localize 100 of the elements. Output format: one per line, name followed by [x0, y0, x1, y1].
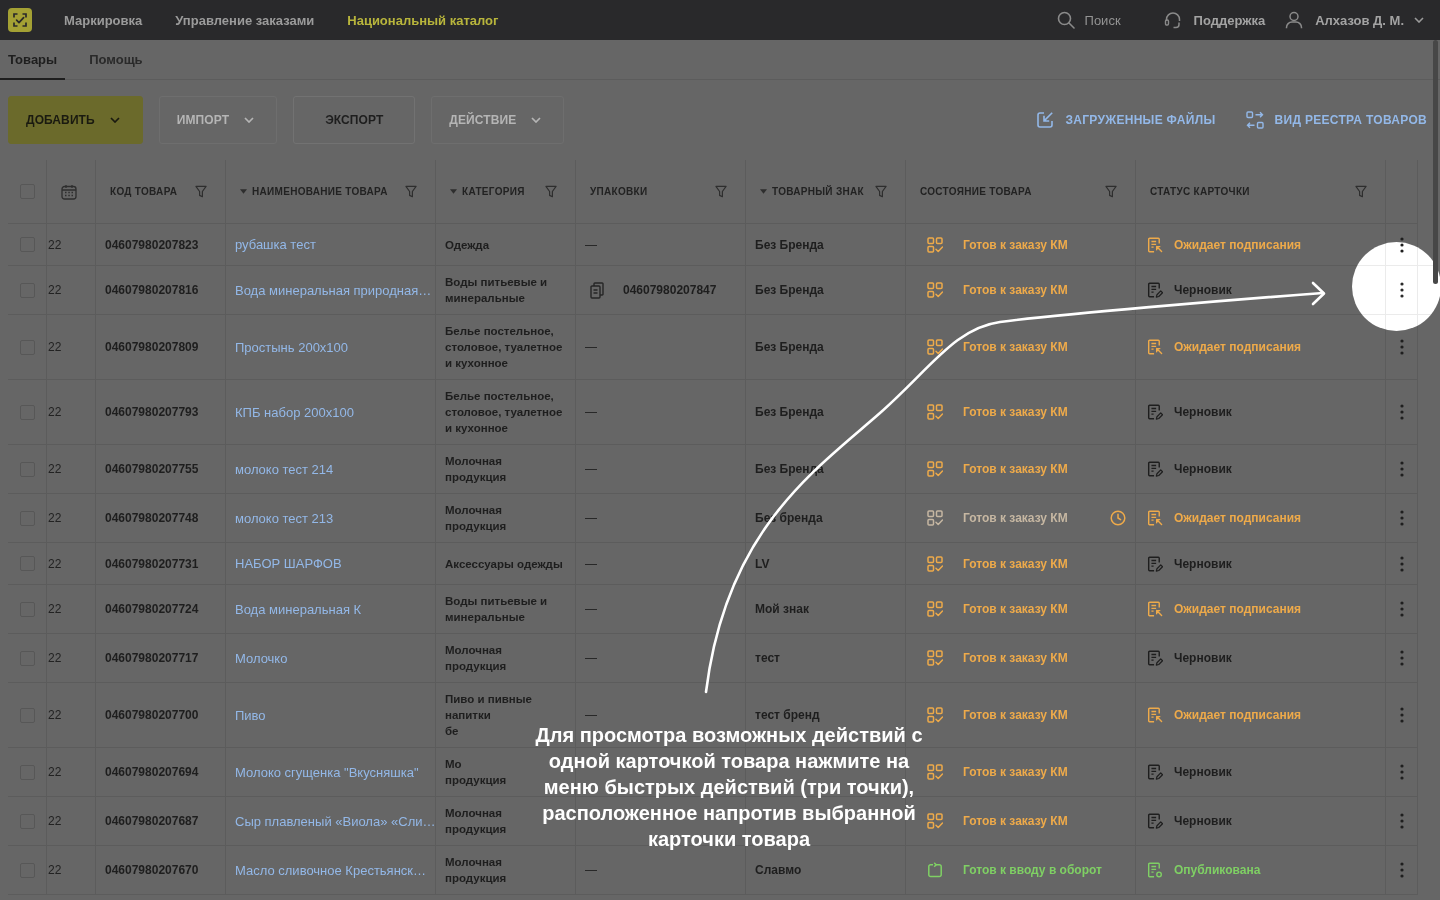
toolbar-button[interactable]: ЭКСПОРТ	[293, 96, 416, 144]
category-text: Молочная продукция	[445, 643, 507, 674]
card-status-text: Черновик	[1174, 765, 1232, 779]
tab[interactable]: Товары	[0, 40, 66, 80]
search-field[interactable]: Поиск	[1084, 11, 1145, 29]
product-name-link[interactable]: Простынь 200х100	[235, 339, 349, 355]
filter-icon[interactable]	[1105, 185, 1117, 198]
product-state-text: Готов к заказу КМ	[963, 405, 1068, 419]
sort-icon[interactable]	[450, 189, 457, 194]
grid-check-icon	[927, 510, 943, 526]
card-status-text: Ожидает подписания	[1174, 602, 1302, 616]
date-text: 22	[48, 462, 62, 476]
tutorial-caption: Для просмотра возможных действий с одной карточкой товара нажмите на меню быстрых действий (три точки), расположенное напротив выбранной карточки товара	[534, 723, 924, 852]
category-text: Молочная продукция	[445, 855, 507, 886]
category-text: Мо продукция	[445, 757, 507, 788]
tab[interactable]: Помощь	[81, 40, 151, 80]
date-text: 22	[48, 602, 62, 616]
column-header: УПАКОВКИ	[590, 186, 648, 197]
date-text: 22	[48, 765, 62, 779]
product-code: 04607980207694	[105, 765, 199, 779]
swap-arrows-icon	[1245, 111, 1264, 129]
category-text: Воды питьевые и минеральные	[445, 275, 548, 306]
package-code: 04607980207847	[623, 283, 717, 297]
date-text: 22	[48, 708, 62, 722]
brand-text: Без Бренда	[755, 237, 824, 252]
product-code: 04607980207793	[105, 405, 199, 419]
product-state-text: Готов к заказу КМ	[963, 765, 1068, 779]
empty-value-dash: —	[585, 237, 597, 252]
product-name-link[interactable]: молоко тест 214	[235, 461, 334, 477]
product-name-link[interactable]: молоко тест 213	[235, 510, 334, 526]
card-status-text: Черновик	[1174, 462, 1232, 476]
product-name-link[interactable]: Сыр плавленый «Виола» «Сли…	[235, 813, 436, 829]
calendar-icon[interactable]	[61, 183, 77, 200]
product-state-text: Готов к заказу КМ	[963, 511, 1068, 525]
sort-icon[interactable]	[760, 189, 767, 194]
scrollbar[interactable]	[1433, 40, 1438, 284]
product-name-link[interactable]: Масло сливочное Крестьянск…	[235, 862, 427, 878]
date-text: 22	[48, 651, 62, 665]
brand-text: Без Бренда	[755, 405, 824, 419]
product-code: 04607980207731	[105, 556, 199, 571]
category-text: Молочная продукция	[445, 806, 507, 837]
product-name-link[interactable]: НАБОР ШАРФОВ	[235, 556, 342, 571]
logo-icon[interactable]	[8, 8, 32, 32]
nav-link[interactable]: Управление заказами	[175, 12, 315, 28]
more-icon[interactable]	[1399, 282, 1404, 298]
product-code: 04607980207724	[105, 602, 199, 616]
category-text: Белье постельное, столовое, туалетное и кухонное	[445, 324, 563, 371]
category-text: Молочная продукция	[445, 503, 507, 534]
grid-check-icon	[927, 404, 943, 420]
empty-value-dash: —	[585, 340, 597, 354]
toolbar-link[interactable]: ВИД РЕЕСТРА ТОВАРОВ	[1245, 111, 1427, 129]
brand-text: Без Бренда	[755, 340, 824, 354]
product-name-link[interactable]: КПБ набор 200х100	[235, 404, 354, 420]
product-state-text: Готов к заказу КМ	[963, 462, 1068, 476]
filter-icon[interactable]	[545, 185, 557, 198]
nav-link[interactable]: Маркировка	[64, 12, 143, 28]
product-code: 04607980207700	[105, 708, 199, 722]
documents-icon	[590, 281, 604, 299]
toolbar-link[interactable]: ЗАГРУЖЕННЫЕ ФАЙЛЫ	[1036, 111, 1216, 129]
product-name-link[interactable]: Вода минеральная природная…	[235, 282, 432, 298]
document-arrow-icon	[1147, 339, 1163, 355]
category-text: Белье постельное, столовое, туалетное и кухонное	[445, 389, 563, 436]
grid-check-icon	[927, 339, 943, 355]
column-header: НАИМЕНОВАНИЕ ТОВАРА	[252, 186, 388, 197]
product-state-text: Готов к вводу в оборот	[963, 863, 1102, 877]
support-button[interactable]: Поддержка	[1163, 11, 1266, 29]
nav-link[interactable]: Национальный каталог	[347, 12, 499, 28]
filter-icon[interactable]	[875, 185, 887, 198]
filter-icon[interactable]	[715, 185, 727, 198]
user-menu-button[interactable]: Алхазов Д. М.	[1285, 11, 1424, 29]
grid-check-icon	[927, 813, 943, 829]
date-text: 22	[48, 237, 62, 252]
date-text: 22	[48, 405, 62, 419]
product-name-link[interactable]: Молочко	[235, 650, 288, 666]
column-header: СОСТОЯНИЕ ТОВАРА	[920, 186, 1032, 197]
document-pencil-icon	[1147, 555, 1163, 572]
card-status-text: Ожидает подписания	[1174, 511, 1302, 525]
sort-icon[interactable]	[240, 189, 247, 194]
card-status-text: Черновик	[1174, 814, 1232, 828]
product-name-link[interactable]: рубашка тест	[235, 237, 316, 252]
search-icon[interactable]	[1056, 11, 1075, 29]
card-status-text: Черновик	[1174, 283, 1232, 297]
filter-icon[interactable]	[405, 185, 417, 198]
filter-icon[interactable]	[195, 185, 207, 198]
card-status-text: Ожидает подписания	[1174, 237, 1302, 252]
category-text: Одежда	[445, 237, 490, 253]
grid-check-icon	[927, 650, 943, 666]
product-name-link[interactable]: Вода минеральная К	[235, 601, 362, 617]
product-name-link[interactable]: Пиво	[235, 707, 266, 723]
document-arrow-icon	[1147, 236, 1163, 253]
product-name-link[interactable]: Молоко сгущенка "Вкусняшка"	[235, 764, 419, 780]
product-state-text: Готов к заказу КМ	[963, 237, 1068, 252]
grid-check-icon	[927, 707, 943, 723]
date-text: 22	[48, 863, 62, 877]
toolbar-button[interactable]: ДОБАВИТЬ	[8, 96, 143, 144]
card-status-text: Черновик	[1174, 651, 1232, 665]
chevron-down-icon	[244, 117, 255, 123]
card-status-text: Ожидает подписания	[1174, 708, 1302, 722]
chevron-down-icon	[109, 117, 120, 123]
filter-icon[interactable]	[1355, 185, 1367, 198]
